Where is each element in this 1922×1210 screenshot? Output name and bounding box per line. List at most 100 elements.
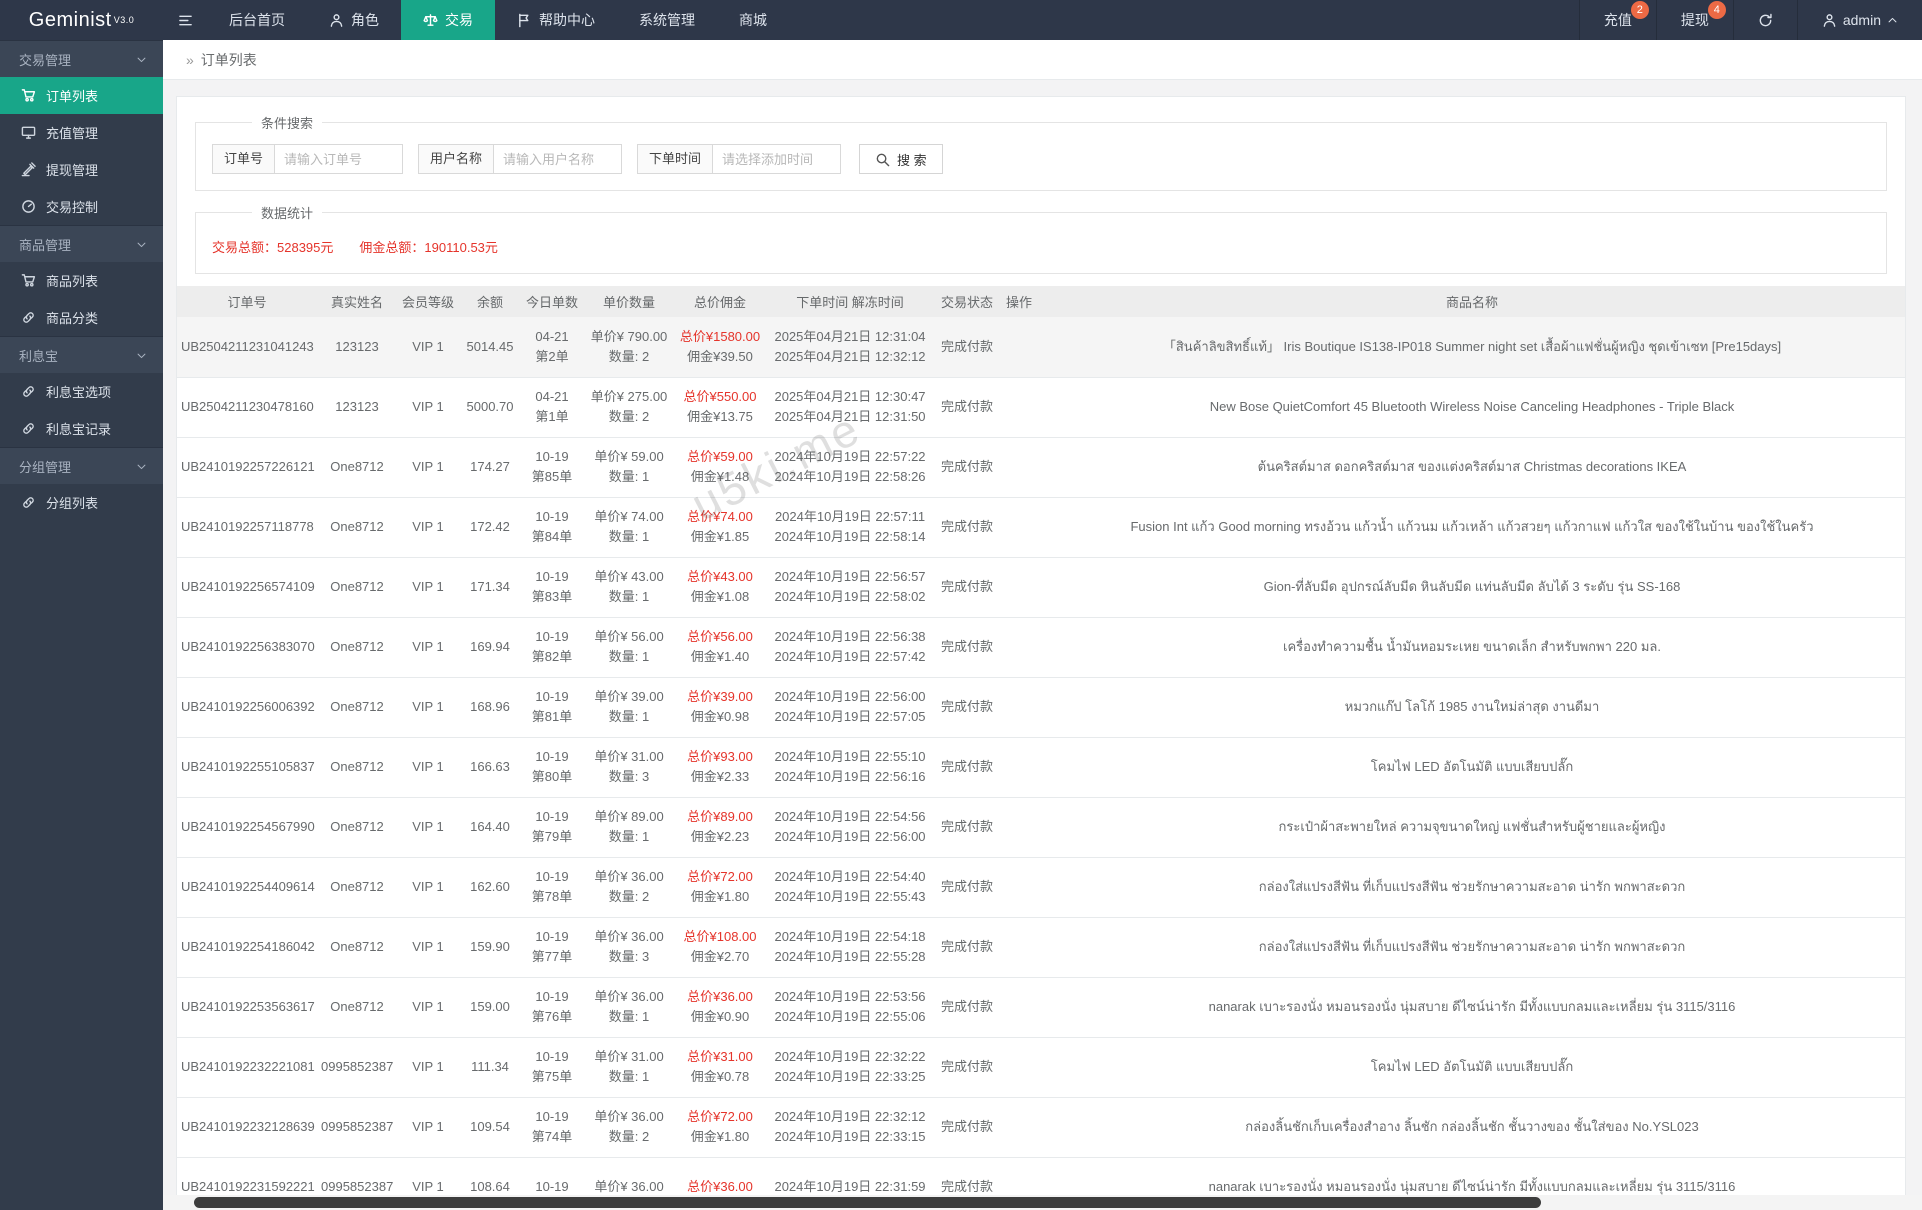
top-nav-item[interactable]: 角色	[307, 0, 401, 40]
balance-cell: 5000.70	[459, 377, 521, 438]
time-cell: 2025年04月21日 12:31:04 2025年04月21日 12:32:12	[765, 317, 935, 378]
sidebar-group-header[interactable]: 商品管理	[0, 225, 163, 262]
table-row[interactable]: UB2504211230478160 123123 VIP 1 5000.70 04-2…	[177, 377, 1905, 438]
time-cell: 2024年10月19日 22:54:56 2024年10月19日 22:56:00	[765, 797, 935, 858]
time-cell: 2024年10月19日 22:54:40 2024年10月19日 22:55:43	[765, 857, 935, 918]
topbar-right: 充值 2 提现 4 admin	[1578, 0, 1922, 40]
search-button-label: 搜 索	[897, 152, 927, 168]
top-nav-item[interactable]: 后台首页	[207, 0, 307, 40]
sidebar-group-label: 交易管理	[19, 52, 72, 68]
table-row[interactable]: UB2410192254409614 One8712 VIP 1 162.60 10-1…	[177, 857, 1905, 918]
sidebar-item[interactable]: 提现管理	[0, 151, 163, 188]
table-row[interactable]: UB2410192232128639 0995852387 VIP 1 109.54 1…	[177, 1097, 1905, 1158]
sidebar-item[interactable]: 商品分类	[0, 299, 163, 336]
table-row[interactable]: UB2410192253563617 One8712 VIP 1 159.00 10-1…	[177, 977, 1905, 1038]
app-logo-text: Geminist	[28, 8, 112, 31]
search-field-label: 订单号	[212, 144, 276, 174]
total-amount-value: 528395元	[277, 240, 334, 255]
sidebar-item[interactable]: 充值管理	[0, 114, 163, 151]
search-row: 订单号 用户名称 下单时间 搜 索	[210, 140, 1872, 176]
top-nav: 后台首页 角色 交易 帮助中心 系统管理 商城	[207, 0, 789, 40]
top-nav-item[interactable]: 商城	[717, 0, 789, 40]
top-nav-item[interactable]: 帮助中心	[495, 0, 617, 40]
order-no-cell: UB2410192256006392	[177, 677, 317, 738]
total-commission-cell: 总价¥31.00 佣金¥0.78	[675, 1037, 765, 1098]
price-qty-cell: 单价¥ 790.00 数量: 2	[583, 317, 675, 378]
table-row[interactable]: UB2410192256383070 One8712 VIP 1 169.94 10-1…	[177, 617, 1905, 678]
time-cell: 2024年10月19日 22:53:56 2024年10月19日 22:55:06	[765, 977, 935, 1038]
withdraw-button[interactable]: 提现 4	[1655, 0, 1733, 40]
price-qty-cell: 单价¥ 31.00 数量: 1	[583, 1037, 675, 1098]
total-commission-cell: 总价¥93.00 佣金¥2.33	[675, 737, 765, 798]
commission-total-value: 190110.53元	[424, 240, 498, 255]
sidebar-item[interactable]: 商品列表	[0, 262, 163, 299]
product-name-cell: 「สินค้าลิขสิทธิ์แท้」 Iris Boutique IS138…	[1039, 317, 1905, 378]
sidebar-group-header[interactable]: 利息宝	[0, 336, 163, 373]
top-nav-item[interactable]: 系统管理	[617, 0, 717, 40]
real-name-cell: One8712	[317, 917, 397, 978]
refresh-icon[interactable]	[1732, 0, 1797, 40]
search-field-label: 下单时间	[637, 144, 714, 174]
table-row[interactable]: UB2410192254186042 One8712 VIP 1 159.90 10-1…	[177, 917, 1905, 978]
scales-icon	[423, 13, 438, 28]
order-no-cell: UB2410192256383070	[177, 617, 317, 678]
top-nav-item-label: 帮助中心	[539, 12, 595, 28]
status-cell: 完成付款	[935, 857, 999, 918]
action-cell	[999, 857, 1039, 918]
status-cell: 完成付款	[935, 977, 999, 1038]
action-cell	[999, 677, 1039, 738]
gauge-icon	[21, 199, 36, 214]
table-row[interactable]: UB2410192254567990 One8712 VIP 1 164.40 10-1…	[177, 797, 1905, 858]
price-qty-cell: 单价¥ 39.00 数量: 1	[583, 677, 675, 738]
sidebar-group-label: 商品管理	[19, 237, 72, 253]
table-row[interactable]: UB2410192257226121 One8712 VIP 1 174.27 10-1…	[177, 437, 1905, 498]
sidebar-item[interactable]: 利息宝记录	[0, 410, 163, 447]
sidebar-toggle-hamburger-icon[interactable]	[163, 0, 207, 40]
price-qty-cell: 单价¥ 36.00 数量: 2	[583, 857, 675, 918]
order-no-cell: UB2410192257226121	[177, 437, 317, 498]
panel-wrap: 条件搜索 订单号 用户名称 下单时间 搜 索 数据统计 交易总额：528395元 佣金…	[176, 96, 1906, 1210]
top-nav-item[interactable]: 交易	[401, 0, 495, 40]
action-cell	[999, 737, 1039, 798]
balance-cell: 168.96	[459, 677, 521, 738]
today-orders-cell: 10-19 第77单	[521, 917, 583, 978]
recharge-button[interactable]: 充值 2	[1578, 0, 1656, 40]
total-commission-cell: 总价¥72.00 佣金¥1.80	[675, 857, 765, 918]
real-name-cell: 123123	[317, 377, 397, 438]
status-cell: 完成付款	[935, 677, 999, 738]
breadcrumb-icon: »	[186, 51, 194, 68]
search-field-input[interactable]	[494, 144, 623, 174]
search-button[interactable]: 搜 索	[859, 144, 943, 174]
status-cell: 完成付款	[935, 557, 999, 618]
order-no-cell: UB2504211231041243	[177, 317, 317, 378]
column-header: 今日单数	[521, 286, 583, 317]
top-nav-item-label: 后台首页	[229, 12, 285, 28]
table-row[interactable]: UB2410192256574109 One8712 VIP 1 171.34 10-1…	[177, 557, 1905, 618]
table-row[interactable]: UB2410192257118778 One8712 VIP 1 172.42 10-1…	[177, 497, 1905, 558]
withdraw-label: 提现	[1680, 12, 1709, 28]
balance-cell: 159.00	[459, 977, 521, 1038]
order-no-cell: UB2410192232128639	[177, 1097, 317, 1158]
sidebar-item[interactable]: 订单列表	[0, 77, 163, 114]
table-row[interactable]: UB2410192232221081 0995852387 VIP 1 111.34 1…	[177, 1037, 1905, 1098]
sidebar-item[interactable]: 利息宝选项	[0, 373, 163, 410]
table-row[interactable]: UB2504211231041243 123123 VIP 1 5014.45 04-2…	[177, 317, 1905, 378]
search-field-input[interactable]	[713, 144, 842, 174]
horizontal-scrollbar-thumb[interactable]	[194, 1197, 1541, 1208]
sidebar-group-header[interactable]: 分组管理	[0, 447, 163, 484]
status-cell: 完成付款	[935, 377, 999, 438]
link-icon	[21, 421, 36, 436]
user-menu[interactable]: admin	[1796, 0, 1922, 40]
sidebar-item[interactable]: 交易控制	[0, 188, 163, 225]
level-cell: VIP 1	[397, 1037, 459, 1098]
table-row[interactable]: UB2410192255105837 One8712 VIP 1 166.63 10-1…	[177, 737, 1905, 798]
sidebar-group-header[interactable]: 交易管理	[0, 40, 163, 77]
search-field-input[interactable]	[275, 144, 404, 174]
sidebar-item[interactable]: 分组列表	[0, 484, 163, 521]
action-cell	[999, 437, 1039, 498]
stats-legend: 数据统计	[261, 206, 314, 221]
table-row[interactable]: UB2410192256006392 One8712 VIP 1 168.96 10-1…	[177, 677, 1905, 738]
sidebar-item-label: 商品列表	[46, 274, 99, 289]
action-cell	[999, 1097, 1039, 1158]
time-cell: 2025年04月21日 12:30:47 2025年04月21日 12:31:50	[765, 377, 935, 438]
